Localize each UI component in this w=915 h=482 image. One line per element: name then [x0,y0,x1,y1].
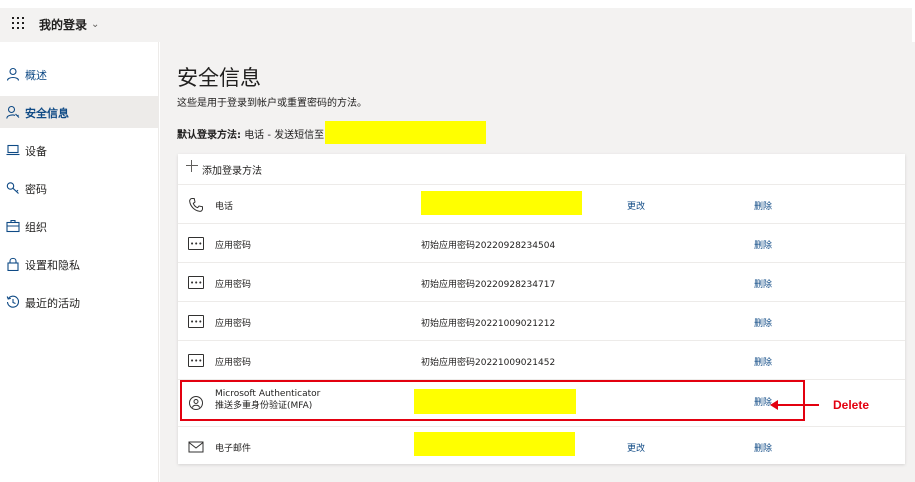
sidebar-item-recent-activity[interactable]: 最近的活动 [0,286,158,318]
app-title[interactable]: 我的登录 ⌄ [39,16,99,33]
sidebar-item-label: 概述 [25,69,47,82]
method-detail: 初始应用密码20221009021212 [421,319,556,329]
delete-link[interactable]: 删除 [754,441,772,454]
method-row-email: 电子邮件 更改 删除 [178,426,905,464]
sidebar-item-label: 最近的活动 [25,297,80,310]
redacted-phone [325,121,486,144]
app-password-icon [188,237,204,250]
briefcase-icon [6,219,20,233]
page-title: 安全信息 [177,66,261,90]
sidebar-item-security-info[interactable]: 安全信息 [0,96,158,128]
default-method-value: 电话 - 发送短信至 [244,130,325,141]
page-subtitle: 这些是用于登录到帐户或重置密码的方法。 [177,98,367,109]
delete-link[interactable]: 删除 [754,199,772,212]
method-detail: 初始应用密码20221009021452 [421,358,556,368]
delete-link[interactable]: 删除 [754,355,772,368]
method-row-app-password: 应用密码 初始应用密码20221009021212 删除 [178,301,905,340]
sidebar-item-label: 设备 [25,145,47,158]
method-name: 应用密码 [215,280,252,290]
app-launcher-icon[interactable] [12,17,26,31]
mail-icon [188,441,204,453]
lock-icon [7,257,19,271]
person-icon [6,67,20,81]
app-title-text: 我的登录 [39,18,88,32]
delete-link[interactable]: 删除 [754,277,772,290]
app-password-icon [188,354,204,367]
sidebar-item-organization[interactable]: 组织 [0,210,158,242]
method-detail: 初始应用密码20220928234504 [421,241,556,251]
plus-icon [186,160,198,172]
chevron-down-icon: ⌄ [91,19,100,30]
sidebar-item-devices[interactable]: 设备 [0,134,158,166]
annotation-label: Delete [833,398,870,412]
sidebar-item-overview[interactable]: 概述 [0,58,158,90]
method-name: 应用密码 [215,358,252,368]
sidebar-item-password[interactable]: 密码 [0,172,158,204]
top-bar: 我的登录 ⌄ [0,8,912,42]
sidebar: 概述 安全信息 设备 密码 组织 设置和隐私 最近的活动 [0,42,159,482]
phone-icon [189,198,203,212]
method-row-app-password: 应用密码 初始应用密码20220928234717 删除 [178,262,905,301]
default-method-label: 默认登录方法: [177,130,241,141]
change-link[interactable]: 更改 [627,441,645,454]
default-method: 默认登录方法: 电话 - 发送短信至 [177,126,324,141]
method-name: 电话 [215,202,234,212]
redacted-email [414,432,575,456]
change-link[interactable]: 更改 [627,199,645,212]
redacted-phone-number [421,191,582,215]
sidebar-item-label: 安全信息 [25,107,69,120]
app-password-icon [188,315,204,328]
history-icon [6,295,20,308]
app-password-icon [188,276,204,289]
laptop-icon [6,144,20,156]
sidebar-item-label: 组织 [25,221,47,234]
key-icon [6,182,19,194]
method-name: 电子邮件 [215,444,252,454]
highlight-box [180,380,805,421]
sidebar-item-label: 设置和隐私 [25,259,80,272]
method-detail: 初始应用密码20220928234717 [421,280,556,290]
person-key-icon [6,105,20,119]
annotation-arrow-icon [770,400,778,410]
delete-link[interactable]: 删除 [754,316,772,329]
method-row-app-password: 应用密码 初始应用密码20220928234504 删除 [178,223,905,262]
method-name: 应用密码 [215,241,252,251]
annotation-arrow-line [775,404,819,406]
add-method-button[interactable]: 添加登录方法 [178,154,905,184]
add-method-label: 添加登录方法 [202,166,262,177]
method-row-app-password: 应用密码 初始应用密码20221009021452 删除 [178,340,905,379]
delete-link[interactable]: 删除 [754,238,772,251]
method-name: 应用密码 [215,319,252,329]
sidebar-item-label: 密码 [25,183,47,196]
sidebar-item-settings-privacy[interactable]: 设置和隐私 [0,248,158,280]
method-row-phone: 电话 更改 删除 [178,184,905,223]
